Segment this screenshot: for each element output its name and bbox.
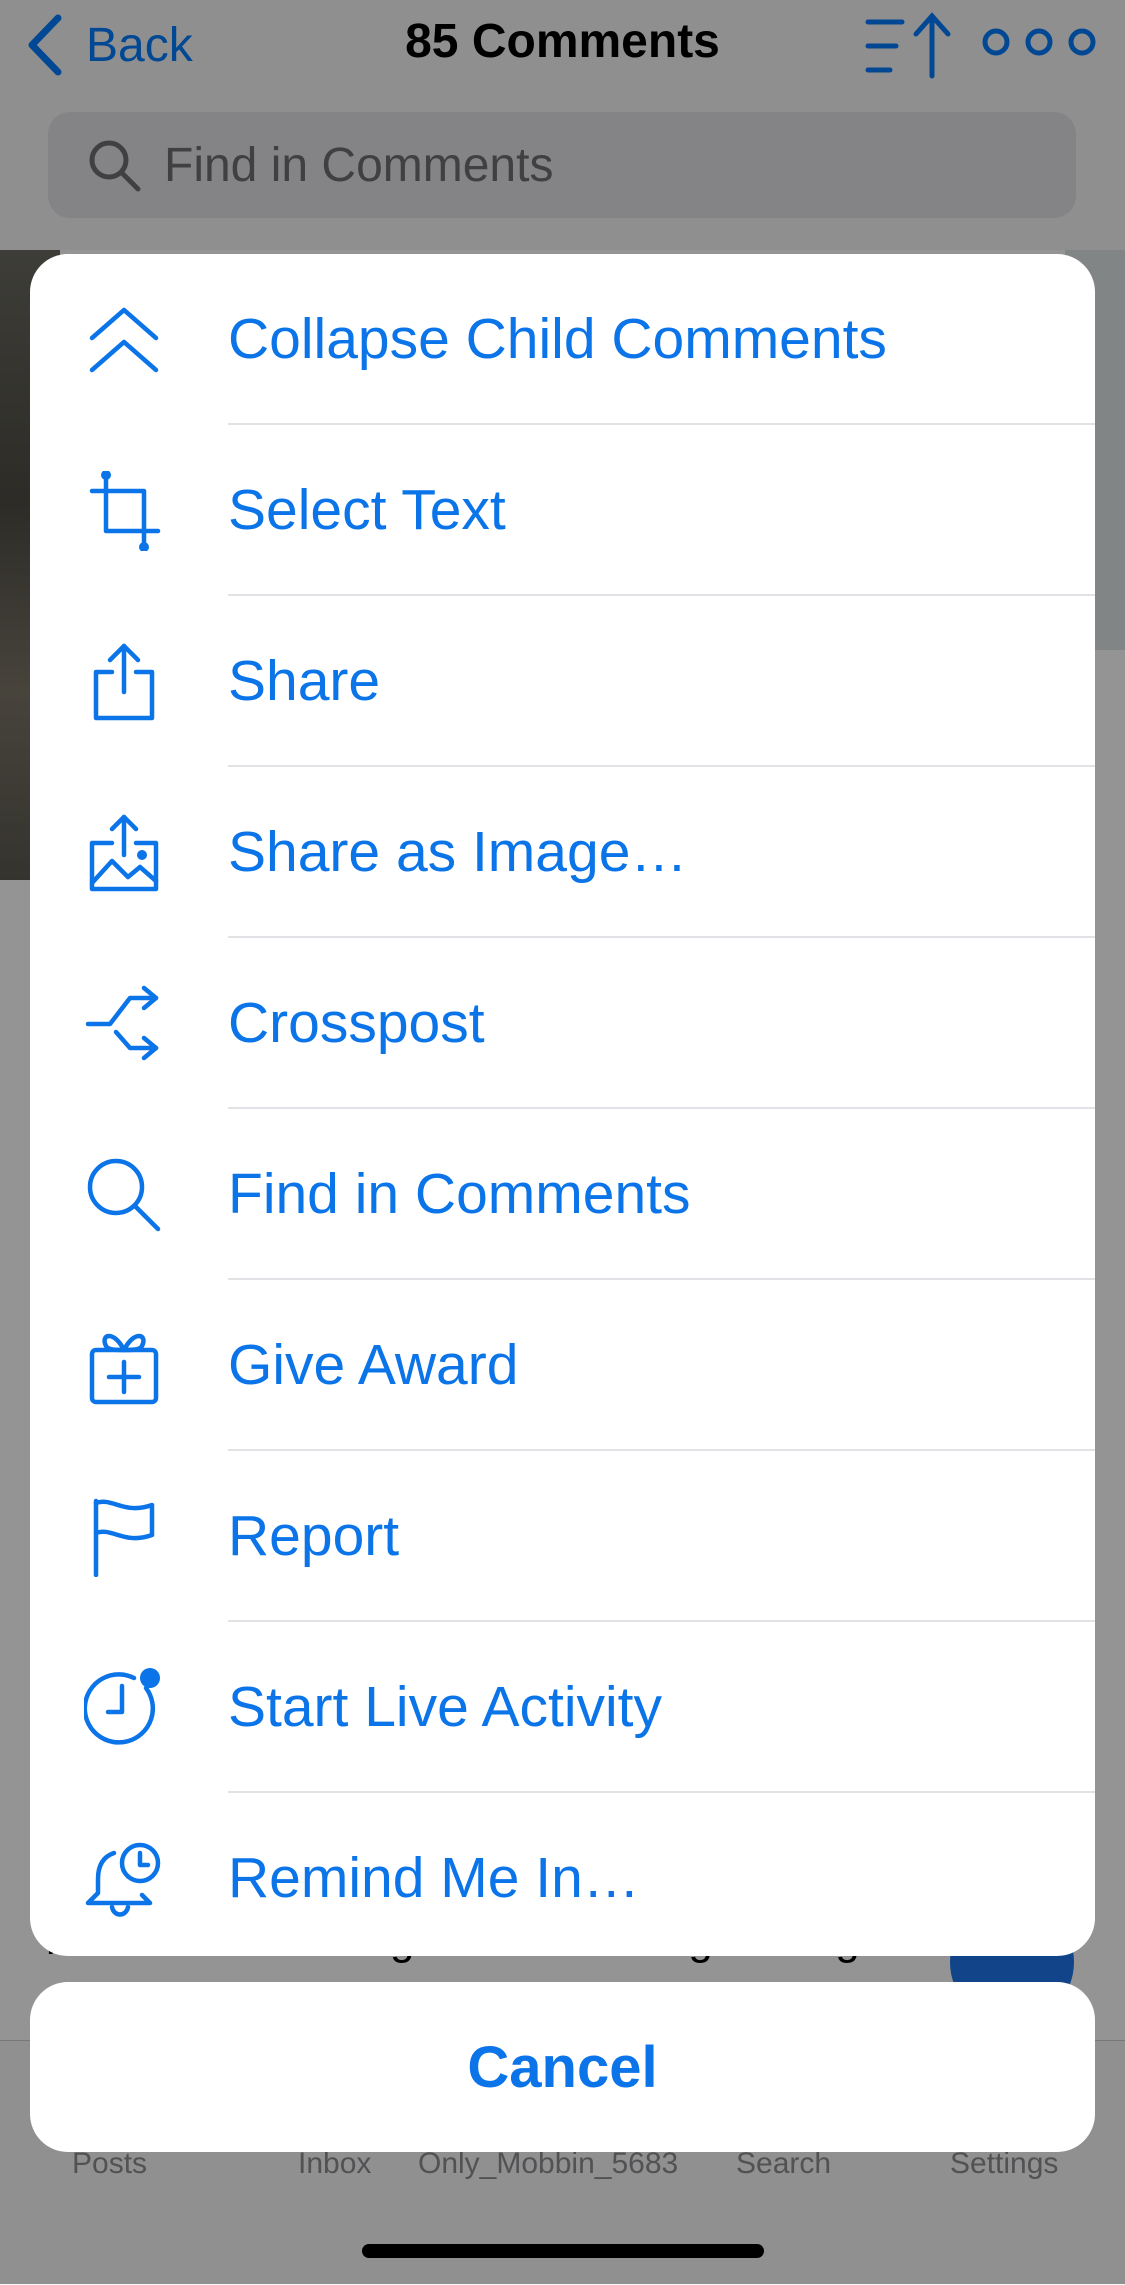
menu-item-label: Collapse Child Comments (228, 307, 887, 371)
crosspost-icon (85, 985, 159, 1061)
double-chevron-up-icon (89, 307, 159, 373)
menu-item-label: Share (228, 649, 381, 713)
share-icon (93, 643, 155, 721)
cancel-label: Cancel (467, 2034, 658, 2100)
menu-item-label: Find in Comments (228, 1162, 691, 1226)
cancel-button[interactable]: Cancel (30, 1982, 1095, 2152)
home-indicator[interactable] (362, 2244, 764, 2258)
bell-clock-icon (85, 1842, 161, 1917)
menu-item-give-award[interactable]: Give Award (30, 1280, 1095, 1451)
menu-item-label: Remind Me In… (228, 1846, 640, 1910)
menu-item-collapse-child-comments[interactable]: Collapse Child Comments (30, 254, 1095, 425)
menu-item-remind-me-in[interactable]: Remind Me In… (30, 1793, 1095, 1956)
menu-item-label: Crosspost (228, 991, 485, 1055)
clock-badge-icon (84, 1668, 160, 1745)
crop-icon (89, 471, 161, 551)
menu-item-share-as-image[interactable]: Share as Image… (30, 767, 1095, 938)
search-icon (87, 1158, 161, 1232)
menu-item-label: Share as Image… (228, 820, 688, 884)
gift-icon (89, 1333, 159, 1405)
menu-item-report[interactable]: Report (30, 1451, 1095, 1622)
menu-item-label: Give Award (228, 1333, 519, 1397)
menu-item-label: Start Live Activity (228, 1675, 662, 1739)
menu-item-share[interactable]: Share (30, 596, 1095, 767)
menu-item-find-in-comments[interactable]: Find in Comments (30, 1109, 1095, 1280)
share-image-icon (89, 814, 159, 892)
menu-item-select-text[interactable]: Select Text (30, 425, 1095, 596)
menu-item-crosspost[interactable]: Crosspost (30, 938, 1095, 1109)
action-sheet: Collapse Child Comments Select Text Shar… (30, 254, 1095, 1956)
menu-item-start-live-activity[interactable]: Start Live Activity (30, 1622, 1095, 1793)
flag-icon (93, 1498, 155, 1577)
menu-item-label: Select Text (228, 478, 506, 542)
menu-item-label: Report (228, 1504, 400, 1568)
